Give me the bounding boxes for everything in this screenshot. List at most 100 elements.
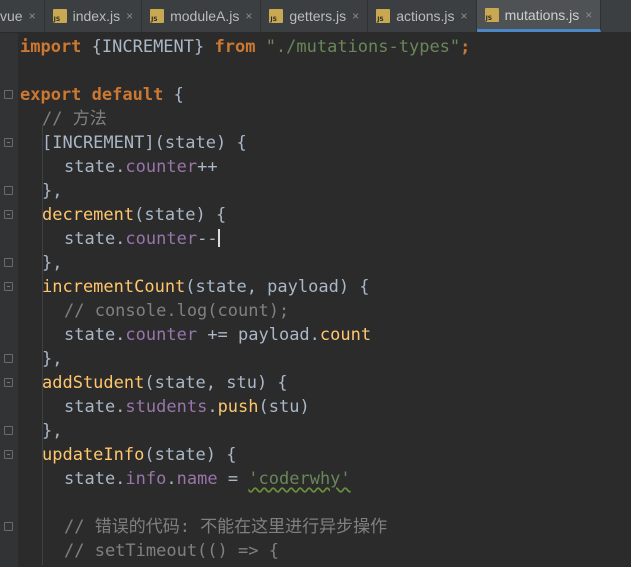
code-text: -- (197, 229, 218, 249)
code-text: (state, payload) { (185, 277, 370, 297)
code-text: ++ (197, 157, 218, 177)
tab-modulea-js[interactable]: moduleA.js × (142, 0, 262, 32)
editor-gutter (0, 33, 18, 567)
tab-label: moduleA.js (170, 8, 240, 24)
fold-marker-icon[interactable] (4, 282, 13, 291)
comment: // 方法 (42, 109, 107, 129)
property: counter (125, 229, 198, 249)
tab-mutations-js[interactable]: mutations.js × (476, 0, 602, 32)
fold-marker-icon[interactable] (4, 522, 13, 531)
code-line-4: // 方法 (42, 107, 107, 131)
fold-marker-icon[interactable] (4, 354, 13, 363)
code-line-19: state.info.name = 'coderwhy' (64, 467, 351, 491)
code-line-7: }, (42, 179, 62, 203)
keyword: import (20, 37, 82, 57)
code-text: }, (42, 181, 63, 201)
comment: // 错误的代码: 不能在这里进行异步操作 (64, 517, 388, 537)
code-line-10: }, (42, 251, 62, 275)
keyword: from (214, 37, 256, 57)
tab-label: index.js (72, 8, 121, 24)
code-line-12: // console.log(count); (64, 299, 289, 323)
code-text: { (163, 85, 184, 105)
code-editor[interactable]: import {INCREMENT} from "./mutations-typ… (20, 33, 631, 567)
code-text: (state, stu) { (144, 373, 288, 393)
code-text: (stu) (258, 397, 310, 417)
code-line-8: decrement(state) { (42, 203, 226, 227)
code-text: state. (64, 469, 126, 489)
code-text: state. (64, 397, 126, 417)
fold-marker-icon[interactable] (4, 378, 13, 387)
code-line-14: }, (42, 347, 62, 371)
tab-label: mutations.js (504, 6, 580, 23)
code-text: {INCREMENT} (81, 37, 215, 57)
function-name: updateInfo (42, 445, 145, 465)
property: students (125, 397, 208, 417)
keyword: export (20, 85, 82, 105)
js-file-icon (150, 9, 165, 23)
close-icon[interactable]: × (126, 9, 133, 23)
close-icon[interactable]: × (352, 9, 359, 23)
function-name: decrement (42, 205, 135, 225)
fold-marker-icon[interactable] (4, 210, 13, 219)
code-line-6: state.counter++ (64, 155, 218, 179)
code-line-3: export default { (20, 83, 184, 107)
js-file-icon (269, 9, 284, 23)
close-icon[interactable]: × (29, 9, 36, 23)
code-line-5: [INCREMENT](state) { (42, 131, 247, 155)
property: name (176, 469, 218, 489)
function-name: incrementCount (42, 277, 186, 297)
tab-label: vue (0, 8, 23, 24)
code-line-22: // setTimeout(() => { (64, 539, 279, 563)
tab-vue[interactable]: vue × (0, 0, 45, 32)
code-line-16: state.students.push(stu) (64, 395, 310, 419)
fold-marker-icon[interactable] (4, 186, 13, 195)
keyword: default (91, 85, 164, 105)
close-icon[interactable]: × (585, 8, 592, 22)
code-text: . (207, 397, 218, 417)
code-text: state. (64, 229, 126, 249)
close-icon[interactable]: × (461, 9, 468, 23)
tab-actions-js[interactable]: actions.js × (368, 0, 477, 32)
editor-tab-bar: vue × index.js × moduleA.js × getters.js… (0, 0, 631, 33)
code-line-17: }, (42, 419, 62, 443)
fold-marker-icon[interactable] (4, 258, 13, 267)
code-text: (state) { (134, 205, 227, 225)
comment: // setTimeout(() => { (64, 541, 279, 561)
property: counter (125, 325, 198, 345)
code-text: }, (42, 421, 63, 441)
string-literal: "./mutations-types" (265, 37, 461, 57)
code-line-11: incrementCount(state, payload) { (42, 275, 370, 299)
code-text: ; (460, 37, 471, 57)
code-line-21: // 错误的代码: 不能在这里进行异步操作 (64, 515, 387, 539)
js-file-icon (484, 7, 499, 22)
code-text: . (166, 469, 177, 489)
string-literal: 'coderwhy' (248, 469, 351, 489)
text-caret (217, 229, 220, 247)
code-line-9: state.counter-- (64, 227, 220, 251)
code-line-1: import {INCREMENT} from "./mutations-typ… (20, 35, 470, 59)
method-call: push (217, 397, 259, 417)
function-name: addStudent (42, 373, 145, 393)
fold-marker-icon[interactable] (4, 426, 13, 435)
fold-marker-icon[interactable] (4, 138, 13, 147)
comment: // console.log(count); (64, 301, 290, 321)
tab-label: actions.js (396, 8, 455, 24)
code-text: [INCREMENT](state) { (42, 133, 247, 153)
code-text: += payload. (197, 325, 320, 345)
tab-index-js[interactable]: index.js × (45, 0, 143, 32)
code-line-18: updateInfo(state) { (42, 443, 236, 467)
tab-label: getters.js (289, 8, 347, 24)
code-line-15: addStudent(state, stu) { (42, 371, 288, 395)
code-text: (state) { (144, 445, 237, 465)
code-text: = (217, 469, 249, 489)
code-text: }, (42, 349, 63, 369)
tab-getters-js[interactable]: getters.js × (261, 0, 369, 32)
code-text: state. (64, 157, 126, 177)
property: counter (125, 157, 198, 177)
fold-marker-icon[interactable] (4, 450, 13, 459)
fold-marker-icon[interactable] (4, 90, 13, 99)
code-text: state. (64, 325, 126, 345)
close-icon[interactable]: × (245, 9, 252, 23)
